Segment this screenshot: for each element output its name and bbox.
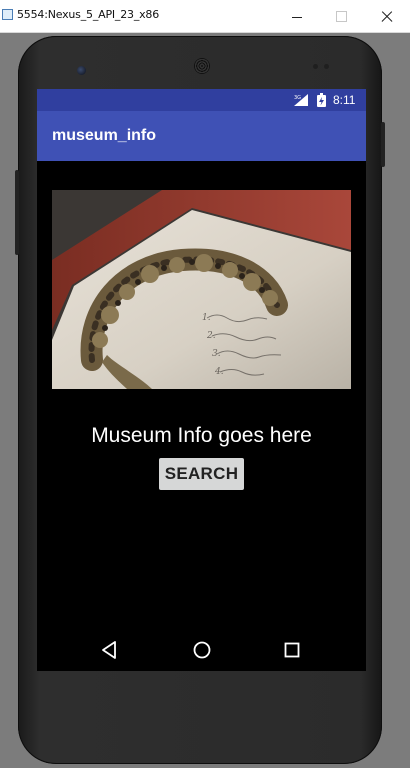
museum-info-text: Museum Info goes here — [91, 424, 312, 447]
museum-artifact-image: 1. 2. 3. 4. — [52, 190, 351, 389]
navigation-bar — [37, 629, 366, 671]
window-title: 5554:Nexus_5_API_23_x86 — [17, 8, 160, 21]
minimize-icon[interactable] — [281, 5, 311, 27]
svg-text:1.: 1. — [202, 313, 211, 323]
svg-text:2.: 2. — [206, 331, 216, 341]
search-button[interactable]: SEARCH — [159, 458, 244, 490]
home-circle-icon[interactable] — [191, 639, 213, 661]
cell-signal-icon: 3G — [294, 94, 308, 106]
back-triangle-icon[interactable] — [99, 639, 121, 661]
app-bar: museum_info — [37, 111, 366, 161]
maximize-icon[interactable] — [326, 5, 356, 27]
status-bar: 3G 8:11 — [37, 89, 366, 111]
emulator-app-icon — [2, 9, 13, 20]
device-screen: 3G 8:11 museum_info 1. 2. 3. 4. Museum I… — [37, 89, 366, 671]
app-title: museum_info — [52, 127, 157, 144]
recents-square-icon[interactable] — [281, 639, 303, 661]
volume-rocker[interactable] — [15, 170, 19, 255]
battery-icon — [317, 93, 326, 107]
front-camera-icon — [77, 66, 86, 75]
window-titlebar: 5554:Nexus_5_API_23_x86 — [0, 0, 410, 33]
light-sensor — [324, 64, 329, 69]
svg-text:4.: 4. — [214, 367, 224, 377]
close-icon[interactable] — [371, 5, 401, 27]
museum-artifact-photo: 1. 2. 3. 4. — [52, 190, 351, 389]
status-time: 8:11 — [333, 93, 356, 107]
proximity-sensor — [313, 64, 318, 69]
svg-text:3.: 3. — [212, 349, 221, 359]
speaker-grille-icon — [194, 58, 210, 74]
network-type-label: 3G — [294, 95, 301, 101]
power-button[interactable] — [381, 122, 385, 167]
